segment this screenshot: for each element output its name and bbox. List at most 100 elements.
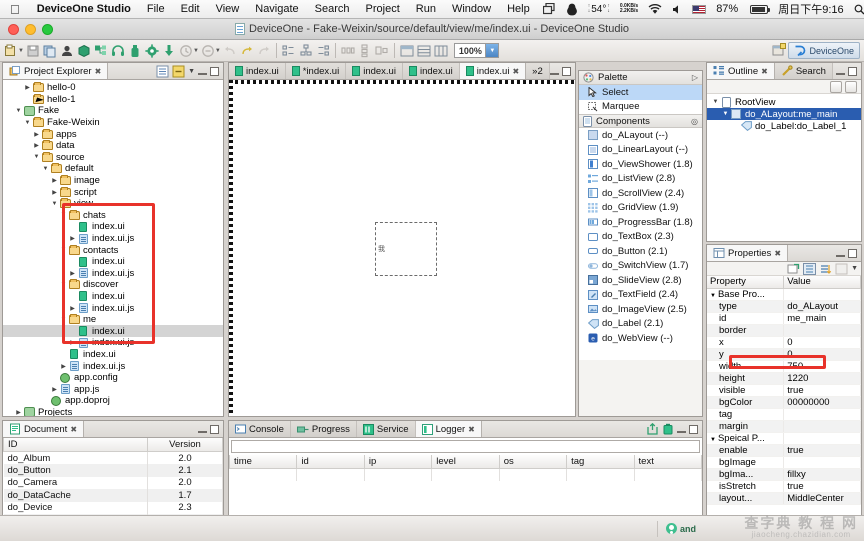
project-explorer-body[interactable]: ▶hello-0hello-1▼Fake▼Fake-Weixin▶apps▶da… [3, 80, 223, 416]
menu-navigate[interactable]: Navigate [247, 3, 306, 15]
battery-icon[interactable] [743, 5, 773, 14]
run-history-icon[interactable] [178, 43, 194, 59]
outline-body[interactable]: ▼RootView▼do_ALayout:me_maindo_Label:do_… [707, 94, 861, 241]
tree-expand-arrow-icon[interactable]: ▼ [59, 247, 68, 253]
tree-item[interactable]: ▼default [3, 163, 223, 175]
logger-column-header[interactable]: ip [364, 455, 431, 469]
qq-bell-icon[interactable] [561, 3, 583, 16]
property-value[interactable]: MiddleCenter [784, 492, 861, 504]
tree-item[interactable]: ▶hello-0 [3, 82, 223, 94]
outline-hierarchy-icon[interactable] [830, 81, 842, 93]
menu-window[interactable]: Window [444, 3, 499, 15]
tree-expand-arrow-icon[interactable]: ▶ [50, 189, 59, 196]
tree-item[interactable]: ▶index.ui.js [3, 302, 223, 314]
tree-item[interactable]: index.ui [3, 221, 223, 233]
palette-header[interactable]: Palette ▷ [579, 71, 702, 85]
link-with-editor-icon[interactable] [172, 65, 185, 78]
status-platform-cell[interactable]: and [657, 521, 704, 537]
tree-expand-arrow-icon[interactable]: ▼ [41, 166, 50, 172]
pin-properties-icon[interactable] [835, 263, 848, 275]
layout-split-h-icon[interactable] [399, 43, 415, 59]
view-menu-icon[interactable]: ▼ [188, 68, 195, 75]
new-dropdown-caret-icon[interactable]: ▼ [18, 48, 24, 54]
document-maximize-button[interactable] [210, 425, 219, 434]
components-header[interactable]: Components ◎ [579, 114, 702, 128]
tree-item[interactable]: ▶index.ui.js [3, 360, 223, 372]
property-row[interactable]: ▼Base Pro... [707, 288, 861, 300]
property-group-name[interactable]: ▼Base Pro... [707, 288, 784, 300]
debug-history-icon[interactable] [200, 43, 216, 59]
property-row[interactable]: bgColor00000000 [707, 396, 861, 408]
tab-close-icon[interactable]: ✖ [95, 67, 102, 76]
property-row[interactable]: layout...MiddleCenter [707, 492, 861, 504]
tree-item[interactable]: ▶apps [3, 128, 223, 140]
layout-rows-icon[interactable] [416, 43, 432, 59]
tree-item[interactable]: index.ui [3, 325, 223, 337]
redo-icon[interactable] [239, 43, 255, 59]
tree-expand-arrow-icon[interactable]: ▶ [68, 305, 77, 312]
property-row[interactable]: ▼Speical P... [707, 432, 861, 444]
menubar-clock[interactable]: 周日下午9:16 [773, 1, 848, 17]
tree-item[interactable]: index.ui [3, 349, 223, 361]
palette-component-item[interactable]: do_LinearLayout (--) [579, 143, 702, 158]
tree-item[interactable]: app.doproj [3, 395, 223, 407]
settings-gear-icon[interactable] [144, 43, 160, 59]
package-icon[interactable] [76, 43, 92, 59]
tree-expand-arrow-icon[interactable]: ▶ [68, 235, 77, 242]
property-value[interactable]: true [784, 444, 861, 456]
console-tab[interactable]: Console [229, 421, 291, 437]
components-layout-icon[interactable]: ◎ [691, 117, 698, 126]
table-row[interactable]: do_Album2.0 [4, 452, 223, 465]
tree-item[interactable]: ▶index.ui.js [3, 337, 223, 349]
palette-component-item[interactable]: do_GridView (1.9) [579, 201, 702, 216]
palette-component-item[interactable]: do_Label (2.1) [579, 317, 702, 332]
outline-tree[interactable]: ▼RootView▼do_ALayout:me_maindo_Label:do_… [707, 94, 861, 132]
tree-item[interactable]: app.config [3, 372, 223, 384]
project-tree[interactable]: ▶hello-0hello-1▼Fake▼Fake-Weixin▶apps▶da… [3, 80, 223, 416]
user-icon[interactable] [59, 43, 75, 59]
tree-expand-arrow-icon[interactable]: ▶ [32, 131, 41, 138]
layout-columns-icon[interactable] [433, 43, 449, 59]
property-row[interactable]: enabletrue [707, 444, 861, 456]
tab-project-explorer[interactable]: Project Explorer ✖ [3, 63, 108, 79]
table-row[interactable]: do_DataCache1.7 [4, 489, 223, 502]
property-row[interactable]: x0 [707, 336, 861, 348]
input-source-flag-icon[interactable] [687, 5, 711, 14]
property-value[interactable] [784, 456, 861, 468]
tree-item[interactable]: ▼view [3, 198, 223, 210]
editor-tab[interactable]: index.ui✖ [460, 63, 526, 79]
property-value[interactable] [784, 324, 861, 336]
palette-component-item[interactable]: do_ListView (2.8) [579, 172, 702, 187]
palette-component-item[interactable]: do_ScrollView (2.4) [579, 186, 702, 201]
palette-component-item[interactable]: edo_WebView (--) [579, 331, 702, 346]
palette-component-item[interactable]: do_SlideView (2.8) [579, 273, 702, 288]
property-row[interactable]: typedo_ALayout [707, 300, 861, 312]
console-maximize-button[interactable] [689, 425, 698, 434]
tree-expand-arrow-icon[interactable]: ▶ [68, 270, 77, 277]
align-right-icon[interactable] [315, 43, 331, 59]
property-row[interactable]: visibletrue [707, 384, 861, 396]
align-left-icon[interactable] [281, 43, 297, 59]
outline-minimize-button[interactable] [836, 67, 845, 76]
properties-column-value[interactable]: Value [784, 276, 861, 288]
tree-item[interactable]: index.ui [3, 291, 223, 303]
module-icon[interactable] [93, 43, 109, 59]
redo-alt-icon[interactable] [256, 43, 272, 59]
maximize-panel-button[interactable] [210, 67, 219, 76]
outline-item[interactable]: ▼RootView [707, 96, 861, 108]
menu-run[interactable]: Run [408, 3, 444, 15]
logger-filter-input[interactable] [231, 440, 700, 453]
properties-tab-close-icon[interactable]: ✖ [774, 249, 781, 258]
editor-tab[interactable]: index.ui [229, 63, 286, 79]
tree-expand-arrow-icon[interactable]: ▶ [32, 142, 41, 149]
bottle-icon[interactable] [127, 43, 143, 59]
tab-properties[interactable]: Properties ✖ [707, 245, 788, 261]
console-tab[interactable]: Progress [291, 421, 357, 437]
property-value[interactable]: true [784, 480, 861, 492]
tree-item[interactable]: ▼contacts [3, 244, 223, 256]
tree-expand-arrow-icon[interactable]: ▶ [68, 339, 77, 346]
editor-tab[interactable]: *index.ui [286, 63, 346, 79]
tree-item[interactable]: ▶script [3, 186, 223, 198]
property-row[interactable]: margin [707, 420, 861, 432]
tree-expand-arrow-icon[interactable]: ▶ [50, 386, 59, 393]
